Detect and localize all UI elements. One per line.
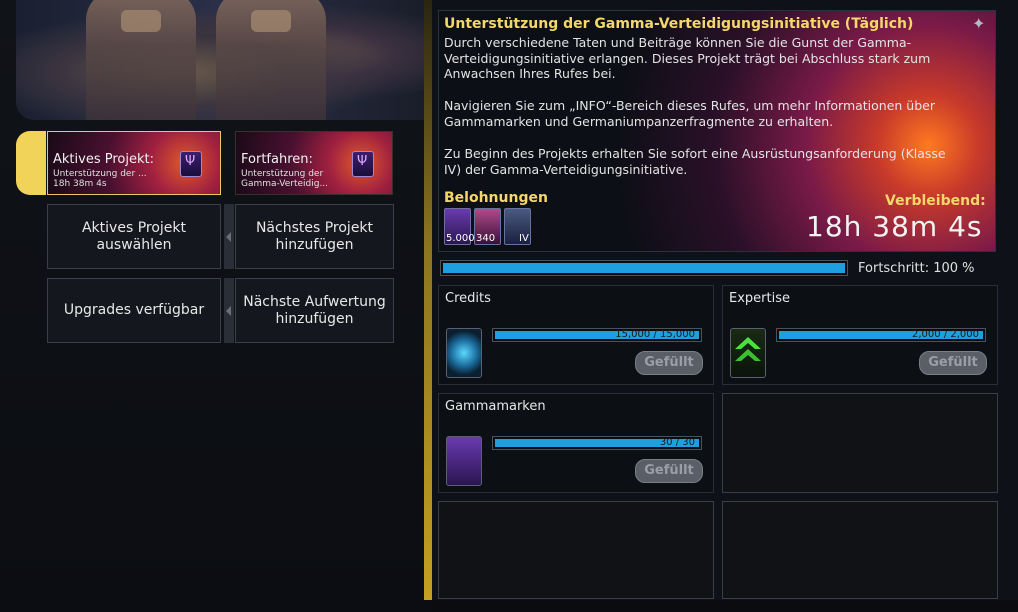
project-icon [352, 151, 374, 177]
project-progress-bar [440, 260, 848, 276]
progress-fill [443, 263, 845, 273]
resource-amount: 30 / 30 [659, 437, 695, 448]
credits-icon [446, 328, 482, 378]
next-project-title: Fortfahren: [241, 152, 313, 167]
empty-resource-slot [438, 501, 714, 599]
project-description: Zu Beginn des Projekts erhalten Sie sofo… [444, 146, 946, 177]
add-next-upgrade-button[interactable]: Nächste Aufwertung hinzufügen [235, 278, 394, 343]
empty-resource-slot [722, 501, 998, 599]
active-project-timer: 18h 38m 4s [53, 179, 107, 189]
requisition-icon[interactable]: IV [504, 208, 531, 245]
slot-arrow-icon [224, 278, 234, 343]
reputation-banner-image [16, 0, 424, 120]
project-icon [180, 151, 202, 177]
reward-quantity: IV [519, 233, 529, 244]
add-next-project-button[interactable]: Nächstes Projekt hinzufügen [235, 204, 394, 269]
armor-fragment-icon[interactable]: 340 [474, 208, 501, 245]
active-project-title: Aktives Projekt: [53, 152, 154, 167]
expertise-icon [730, 328, 766, 378]
remaining-label: Verbleibend: [885, 193, 986, 209]
upgrades-available-button[interactable]: Upgrades verfügbar [47, 278, 221, 343]
resource-label: Expertise [729, 291, 790, 306]
filled-button[interactable]: Gefüllt [635, 459, 703, 483]
resource-bar: 2,000 / 2,000 [776, 328, 986, 342]
active-project-subtitle: Unterstützung der ... 18h 38m 4s [53, 169, 163, 189]
project-title: Unterstützung der Gamma-Verteidigungsini… [444, 16, 914, 32]
project-description: Durch verschiedene Taten und Beiträge kö… [444, 35, 931, 82]
remaining-time: 18h 38m 4s [806, 210, 983, 243]
rewards-label: Belohnungen [444, 190, 548, 206]
resource-label: Gammamarken [445, 399, 546, 414]
expertise-slot: Expertise 2,000 / 2,000 Gefüllt [722, 285, 998, 385]
reward-quantity: 5.000 [446, 233, 475, 244]
resource-amount: 15,000 / 15,000 [615, 329, 695, 340]
filled-button[interactable]: Gefüllt [919, 351, 987, 375]
credits-slot: Credits 15,000 / 15,000 Gefüllt [438, 285, 714, 385]
gamma-mark-icon[interactable]: 5.000 [444, 208, 475, 245]
next-project-card[interactable]: Fortfahren: Unterstützung der Gamma-Vert… [235, 131, 393, 195]
active-slot-indicator [16, 131, 46, 195]
project-description: Navigieren Sie zum „INFO“-Bereich dieses… [444, 98, 935, 129]
resource-bar: 15,000 / 15,000 [492, 328, 702, 342]
progress-label: Fortschritt: 100 % [858, 261, 975, 276]
active-project-card[interactable]: Aktives Projekt: Unterstützung der ... 1… [47, 131, 221, 195]
resource-amount: 2,000 / 2,000 [912, 329, 979, 340]
select-active-project-button[interactable]: Aktives Projekt auswählen [47, 204, 221, 269]
filled-button[interactable]: Gefüllt [635, 351, 703, 375]
resource-bar: 30 / 30 [492, 436, 702, 450]
gamma-mark-icon [446, 436, 482, 486]
gammamarken-slot: Gammamarken 30 / 30 Gefüllt [438, 393, 714, 493]
next-project-subtitle: Unterstützung der Gamma-Verteidig... [241, 169, 329, 189]
reward-quantity: 340 [476, 233, 496, 244]
empty-resource-slot [722, 393, 998, 493]
resource-label: Credits [445, 291, 491, 306]
slot-arrow-icon [224, 204, 234, 269]
faction-emblem-icon: ✦ [972, 14, 986, 33]
